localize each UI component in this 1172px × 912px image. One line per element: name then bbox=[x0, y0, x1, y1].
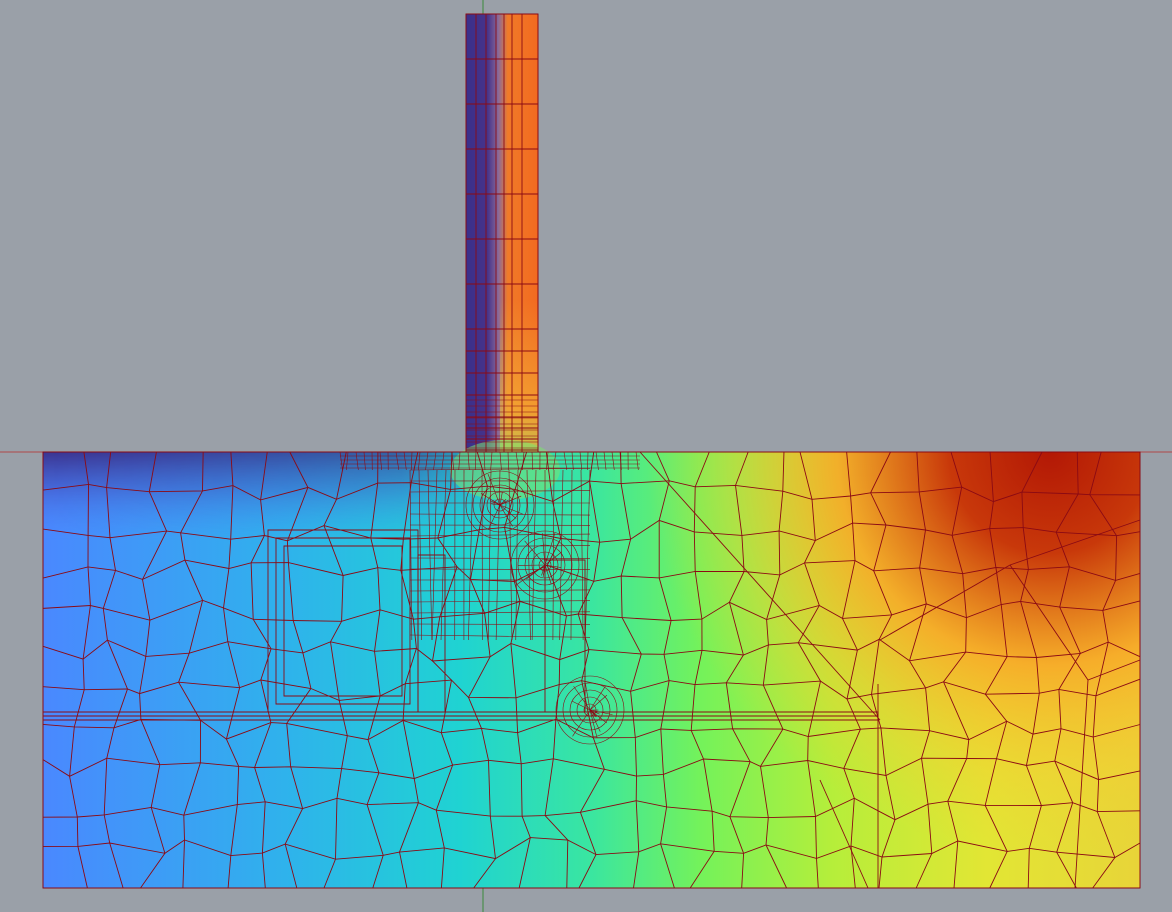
fem-viewport[interactable] bbox=[0, 0, 1172, 912]
stem-region bbox=[466, 14, 538, 455]
slab-region bbox=[43, 440, 1140, 888]
fem-canvas bbox=[0, 0, 1172, 912]
